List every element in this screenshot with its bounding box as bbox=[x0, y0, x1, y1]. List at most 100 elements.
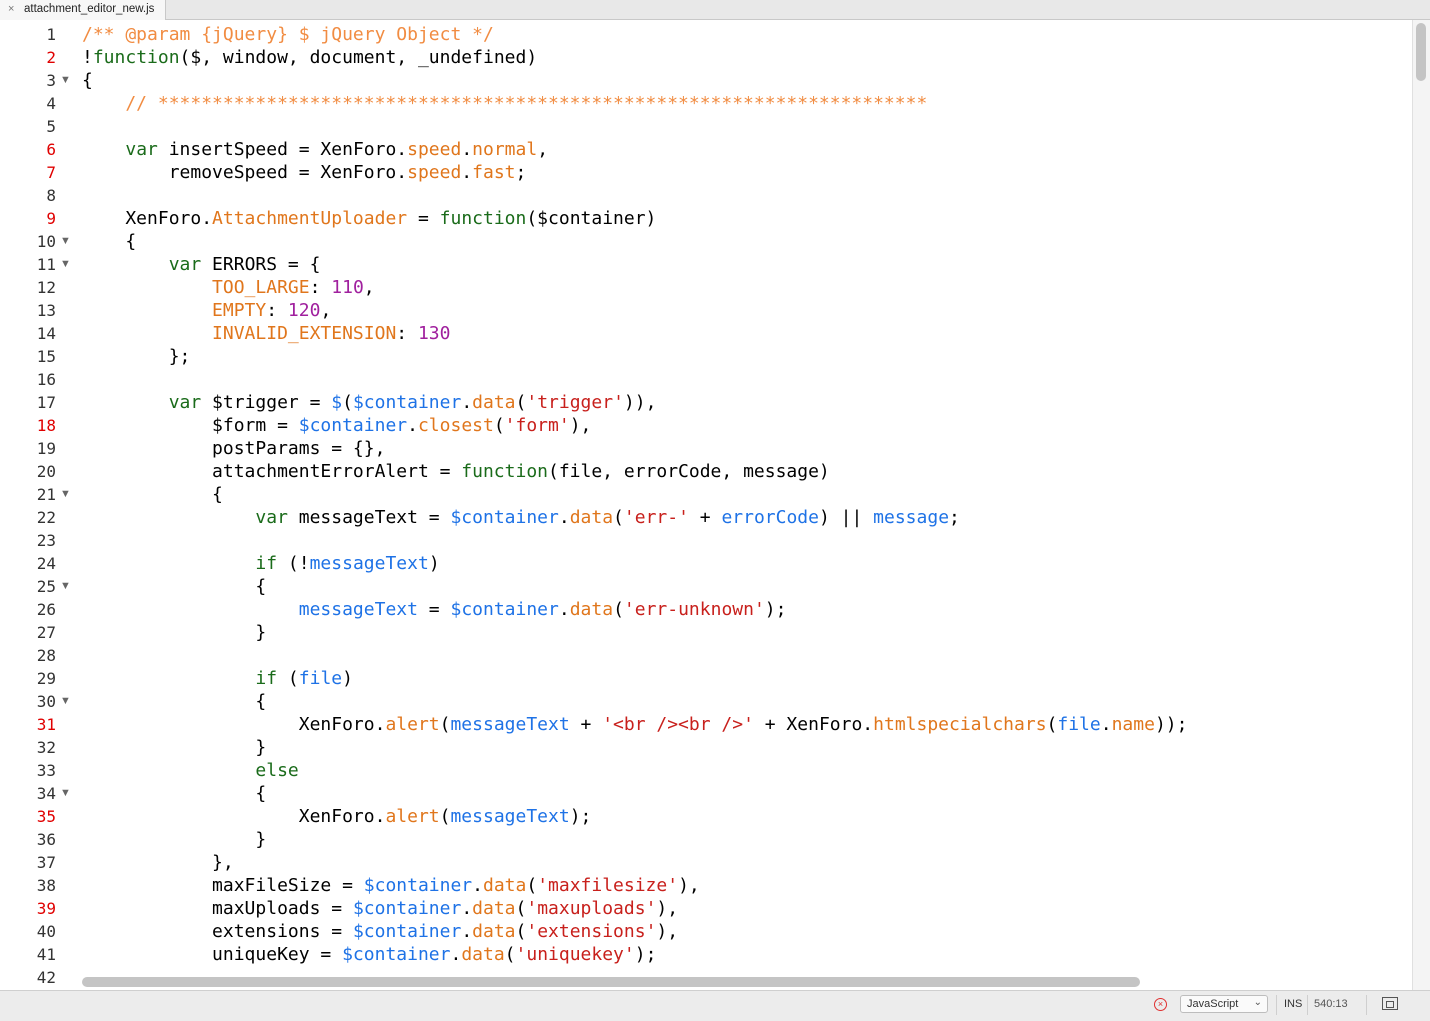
close-tab-icon[interactable]: × bbox=[8, 3, 14, 15]
line-number[interactable]: 39 bbox=[6, 897, 56, 920]
code-line[interactable]: 39 maxUploads = $container.data('maxuplo… bbox=[0, 897, 1412, 920]
line-number[interactable]: 41 bbox=[6, 943, 56, 966]
code-line[interactable]: 34 ▼ { bbox=[0, 782, 1412, 805]
fold-triangle-icon[interactable]: ▼ bbox=[60, 690, 71, 713]
line-number[interactable]: 17 bbox=[6, 391, 56, 414]
line-number[interactable]: 38 bbox=[6, 874, 56, 897]
line-number[interactable]: 14 bbox=[6, 322, 56, 345]
code-line[interactable]: 35 XenForo.alert(messageText); bbox=[0, 805, 1412, 828]
line-number[interactable]: 32 bbox=[6, 736, 56, 759]
line-number[interactable]: 18 bbox=[6, 414, 56, 437]
horizontal-scroll-thumb[interactable] bbox=[82, 977, 1140, 987]
fold-triangle-icon[interactable]: ▼ bbox=[60, 483, 71, 506]
line-number[interactable]: 24 bbox=[6, 552, 56, 575]
code-line[interactable]: 25 ▼ { bbox=[0, 575, 1412, 598]
code-line[interactable]: 20 attachmentErrorAlert = function(file,… bbox=[0, 460, 1412, 483]
code-line[interactable]: 36 } bbox=[0, 828, 1412, 851]
code-line[interactable]: 5 bbox=[0, 115, 1412, 138]
code-line[interactable]: 15 }; bbox=[0, 345, 1412, 368]
code-line[interactable]: 31 XenForo.alert(messageText + '<br /><b… bbox=[0, 713, 1412, 736]
insert-mode-indicator[interactable]: INS bbox=[1284, 998, 1302, 1010]
code-line[interactable]: 32 } bbox=[0, 736, 1412, 759]
line-number[interactable]: 7 bbox=[6, 161, 56, 184]
line-number[interactable]: 36 bbox=[6, 828, 56, 851]
code-line[interactable]: 14 INVALID_EXTENSION: 130 bbox=[0, 322, 1412, 345]
line-number[interactable]: 3 bbox=[6, 69, 56, 92]
line-number[interactable]: 33 bbox=[6, 759, 56, 782]
line-number[interactable]: 21 bbox=[6, 483, 56, 506]
line-number[interactable]: 1 bbox=[6, 23, 56, 46]
fold-triangle-icon[interactable]: ▼ bbox=[60, 253, 71, 276]
fold-triangle-icon[interactable]: ▼ bbox=[60, 575, 71, 598]
line-number[interactable]: 35 bbox=[6, 805, 56, 828]
line-number[interactable]: 6 bbox=[6, 138, 56, 161]
line-number[interactable]: 2 bbox=[6, 46, 56, 69]
line-number[interactable]: 29 bbox=[6, 667, 56, 690]
cursor-position[interactable]: 540:13 bbox=[1314, 998, 1348, 1010]
code-line[interactable]: 9 XenForo.AttachmentUploader = function(… bbox=[0, 207, 1412, 230]
code-line[interactable]: 41 uniqueKey = $container.data('uniqueke… bbox=[0, 943, 1412, 966]
code-line[interactable]: 26 messageText = $container.data('err-un… bbox=[0, 598, 1412, 621]
code-line[interactable]: 10 ▼ { bbox=[0, 230, 1412, 253]
line-number[interactable]: 5 bbox=[6, 115, 56, 138]
line-number[interactable]: 30 bbox=[6, 690, 56, 713]
code-line[interactable]: 24 if (!messageText) bbox=[0, 552, 1412, 575]
line-number[interactable]: 12 bbox=[6, 276, 56, 299]
line-number[interactable]: 27 bbox=[6, 621, 56, 644]
code-line[interactable]: 22 var messageText = $container.data('er… bbox=[0, 506, 1412, 529]
line-number[interactable]: 9 bbox=[6, 207, 56, 230]
line-number[interactable]: 22 bbox=[6, 506, 56, 529]
fold-triangle-icon[interactable]: ▼ bbox=[60, 230, 71, 253]
code-line[interactable]: 4 // ***********************************… bbox=[0, 92, 1412, 115]
code-line[interactable]: 27 } bbox=[0, 621, 1412, 644]
fold-triangle-icon[interactable]: ▼ bbox=[60, 782, 71, 805]
vertical-scroll-thumb[interactable] bbox=[1416, 23, 1426, 81]
code-line[interactable]: 30 ▼ { bbox=[0, 690, 1412, 713]
language-select[interactable]: JavaScript ⌄ bbox=[1180, 995, 1268, 1013]
code-line[interactable]: 16 bbox=[0, 368, 1412, 391]
code-line[interactable]: 8 bbox=[0, 184, 1412, 207]
code-line[interactable]: 37 }, bbox=[0, 851, 1412, 874]
line-number[interactable]: 16 bbox=[6, 368, 56, 391]
fold-triangle-icon[interactable]: ▼ bbox=[60, 69, 71, 92]
line-number[interactable]: 11 bbox=[6, 253, 56, 276]
line-number[interactable]: 23 bbox=[6, 529, 56, 552]
error-icon[interactable]: × bbox=[1154, 998, 1167, 1011]
code-line[interactable]: 40 extensions = $container.data('extensi… bbox=[0, 920, 1412, 943]
code-line[interactable]: 1 /** @param {jQuery} $ jQuery Object */ bbox=[0, 23, 1412, 46]
vertical-scrollbar[interactable] bbox=[1412, 20, 1430, 990]
code-line[interactable]: 19 postParams = {}, bbox=[0, 437, 1412, 460]
line-number[interactable]: 8 bbox=[6, 184, 56, 207]
line-number[interactable]: 34 bbox=[6, 782, 56, 805]
horizontal-scrollbar[interactable] bbox=[0, 975, 1412, 990]
code-line[interactable]: 3 ▼ { bbox=[0, 69, 1412, 92]
code-line[interactable]: 28 bbox=[0, 644, 1412, 667]
code-line[interactable]: 33 else bbox=[0, 759, 1412, 782]
line-number[interactable]: 4 bbox=[6, 92, 56, 115]
code-line[interactable]: 21 ▼ { bbox=[0, 483, 1412, 506]
code-line[interactable]: 2 !function($, window, document, _undefin… bbox=[0, 46, 1412, 69]
code-line[interactable]: 13 EMPTY: 120, bbox=[0, 299, 1412, 322]
code-line[interactable]: 23 bbox=[0, 529, 1412, 552]
line-number[interactable]: 37 bbox=[6, 851, 56, 874]
line-number[interactable]: 19 bbox=[6, 437, 56, 460]
file-tab[interactable]: × attachment_editor_new.js bbox=[0, 0, 166, 20]
line-number[interactable]: 15 bbox=[6, 345, 56, 368]
code-line[interactable]: 12 TOO_LARGE: 110, bbox=[0, 276, 1412, 299]
line-number[interactable]: 28 bbox=[6, 644, 56, 667]
code-line[interactable]: 29 if (file) bbox=[0, 667, 1412, 690]
code-line[interactable]: 11 ▼ var ERRORS = { bbox=[0, 253, 1412, 276]
line-number[interactable]: 31 bbox=[6, 713, 56, 736]
code-line[interactable]: 18 $form = $container.closest('form'), bbox=[0, 414, 1412, 437]
code-line[interactable]: 38 maxFileSize = $container.data('maxfil… bbox=[0, 874, 1412, 897]
code-line[interactable]: 17 var $trigger = $($container.data('tri… bbox=[0, 391, 1412, 414]
code-line[interactable]: 6 var insertSpeed = XenForo.speed.normal… bbox=[0, 138, 1412, 161]
line-number[interactable]: 10 bbox=[6, 230, 56, 253]
code-editor[interactable]: 1/** @param {jQuery} $ jQuery Object */2… bbox=[0, 20, 1412, 990]
line-number[interactable]: 40 bbox=[6, 920, 56, 943]
preview-toggle-icon[interactable] bbox=[1382, 997, 1398, 1010]
code-line[interactable]: 7 removeSpeed = XenForo.speed.fast; bbox=[0, 161, 1412, 184]
line-number[interactable]: 26 bbox=[6, 598, 56, 621]
line-number[interactable]: 25 bbox=[6, 575, 56, 598]
line-number[interactable]: 13 bbox=[6, 299, 56, 322]
